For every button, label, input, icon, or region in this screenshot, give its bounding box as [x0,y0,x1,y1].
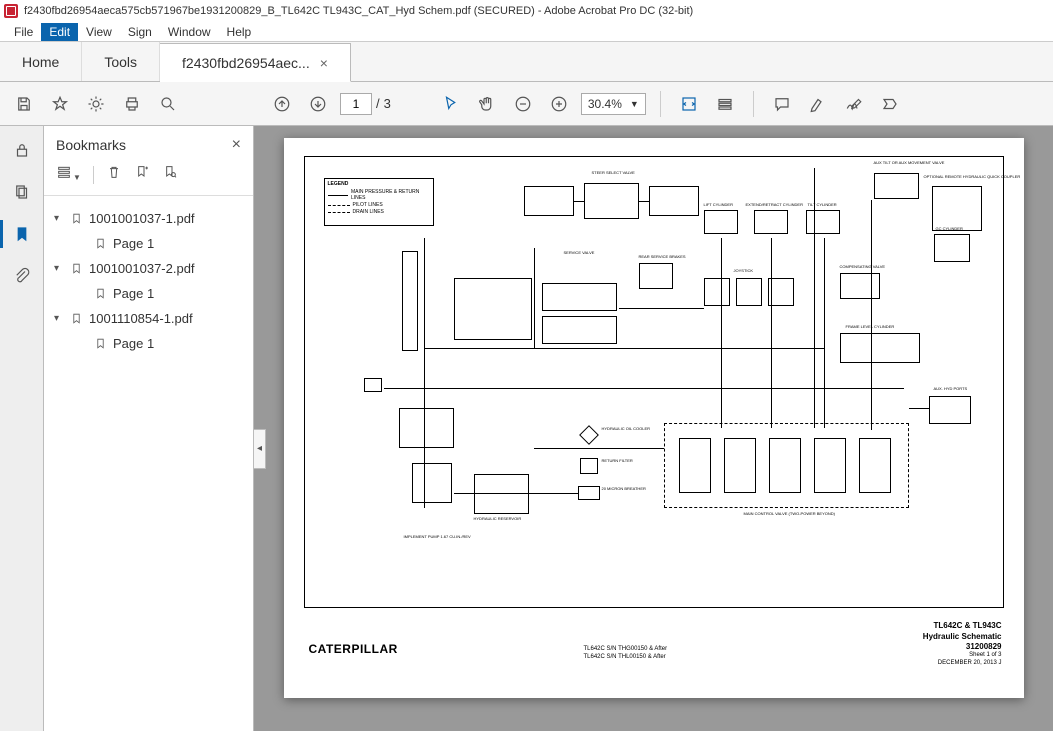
menu-file[interactable]: File [6,23,41,41]
highlight-button[interactable] [804,90,832,118]
find-bookmark-button[interactable] [162,164,178,185]
tab-tools[interactable]: Tools [82,42,160,81]
hand-tool[interactable] [473,90,501,118]
zoom-dropdown[interactable]: 30.4% ▼ [581,93,646,115]
attachments-icon[interactable] [12,266,32,286]
toolbar: / 3 30.4% ▼ [0,82,1053,126]
chevron-down-icon: ▼ [630,99,639,109]
window-title: f2430fbd26954aeca575cb571967be1931200829… [24,5,693,17]
menu-sign[interactable]: Sign [120,23,160,41]
delete-bookmark-button[interactable] [106,164,122,185]
document-page: LEGEND MAIN PRESSURE & RETURN LINES PILO… [284,138,1024,698]
bookmarks-tools: ▼ [44,162,253,196]
tab-bar: Home Tools f2430fbd26954aec... × [0,42,1053,82]
sign-button[interactable] [840,90,868,118]
pdf-icon [4,4,18,18]
menu-bar: File Edit View Sign Window Help [0,22,1053,42]
thumbnails-icon[interactable] [12,182,32,202]
page-up-button[interactable] [268,90,296,118]
menu-edit[interactable]: Edit [41,23,78,41]
footer-models: TL642C S/N THG00150 & After TL642C S/N T… [584,646,668,662]
zoom-in-button[interactable] [545,90,573,118]
bookmark-item[interactable]: ▾1001001037-2.pdf [50,256,247,281]
menu-help[interactable]: Help [219,23,260,41]
left-rail [0,126,44,731]
zoom-out-button[interactable] [509,90,537,118]
main-area: Bookmarks × ▼ ▾1001001037-1.pdf ▾Page 1 … [0,126,1053,731]
document-viewport[interactable]: ◂ LEGEND MAIN PRESSURE & RETURN LINES PI… [254,126,1053,731]
page-indicator: / 3 [340,93,391,115]
footer-title-block: TL642C & TL943C Hydraulic Schematic 3120… [923,621,1002,668]
print-button[interactable] [118,90,146,118]
page-sep: / [376,96,380,111]
bookmarks-icon[interactable] [12,224,32,244]
close-icon[interactable]: × [320,55,328,71]
save-button[interactable] [10,90,38,118]
share-button[interactable] [82,90,110,118]
bookmark-item[interactable]: ▾1001001037-1.pdf [50,206,247,231]
page-display-button[interactable] [711,90,739,118]
lock-icon[interactable] [12,140,32,160]
fit-width-button[interactable] [675,90,703,118]
find-button[interactable] [154,90,182,118]
tab-document[interactable]: f2430fbd26954aec... × [160,43,351,82]
tab-document-label: f2430fbd26954aec... [182,55,310,71]
bookmarks-title: Bookmarks [56,137,126,153]
brand-logo: CATERPILLAR [309,642,398,656]
star-button[interactable] [46,90,74,118]
menu-window[interactable]: Window [160,23,219,41]
bookmarks-tree: ▾1001001037-1.pdf ▾Page 1 ▾1001001037-2.… [44,196,253,366]
page-down-button[interactable] [304,90,332,118]
bookmarks-options-button[interactable]: ▼ [56,164,81,185]
tab-home[interactable]: Home [0,42,82,81]
menu-view[interactable]: View [78,23,120,41]
comment-button[interactable] [768,90,796,118]
bookmark-item[interactable]: ▾Page 1 [50,331,247,356]
page-total: 3 [384,96,391,111]
page-input[interactable] [340,93,372,115]
new-bookmark-button[interactable] [134,164,150,185]
legend-box: LEGEND MAIN PRESSURE & RETURN LINES PILO… [324,178,434,226]
bookmark-item[interactable]: ▾1001110854-1.pdf [50,306,247,331]
window-title-bar: f2430fbd26954aeca575cb571967be1931200829… [0,0,1053,22]
bookmarks-panel: Bookmarks × ▼ ▾1001001037-1.pdf ▾Page 1 … [44,126,254,731]
select-tool[interactable] [437,90,465,118]
more-tools-button[interactable] [876,90,904,118]
collapse-panel-button[interactable]: ◂ [254,429,266,469]
close-panel-button[interactable]: × [232,136,241,154]
zoom-value: 30.4% [588,97,622,111]
bookmark-item[interactable]: ▾Page 1 [50,281,247,306]
bookmark-item[interactable]: ▾Page 1 [50,231,247,256]
